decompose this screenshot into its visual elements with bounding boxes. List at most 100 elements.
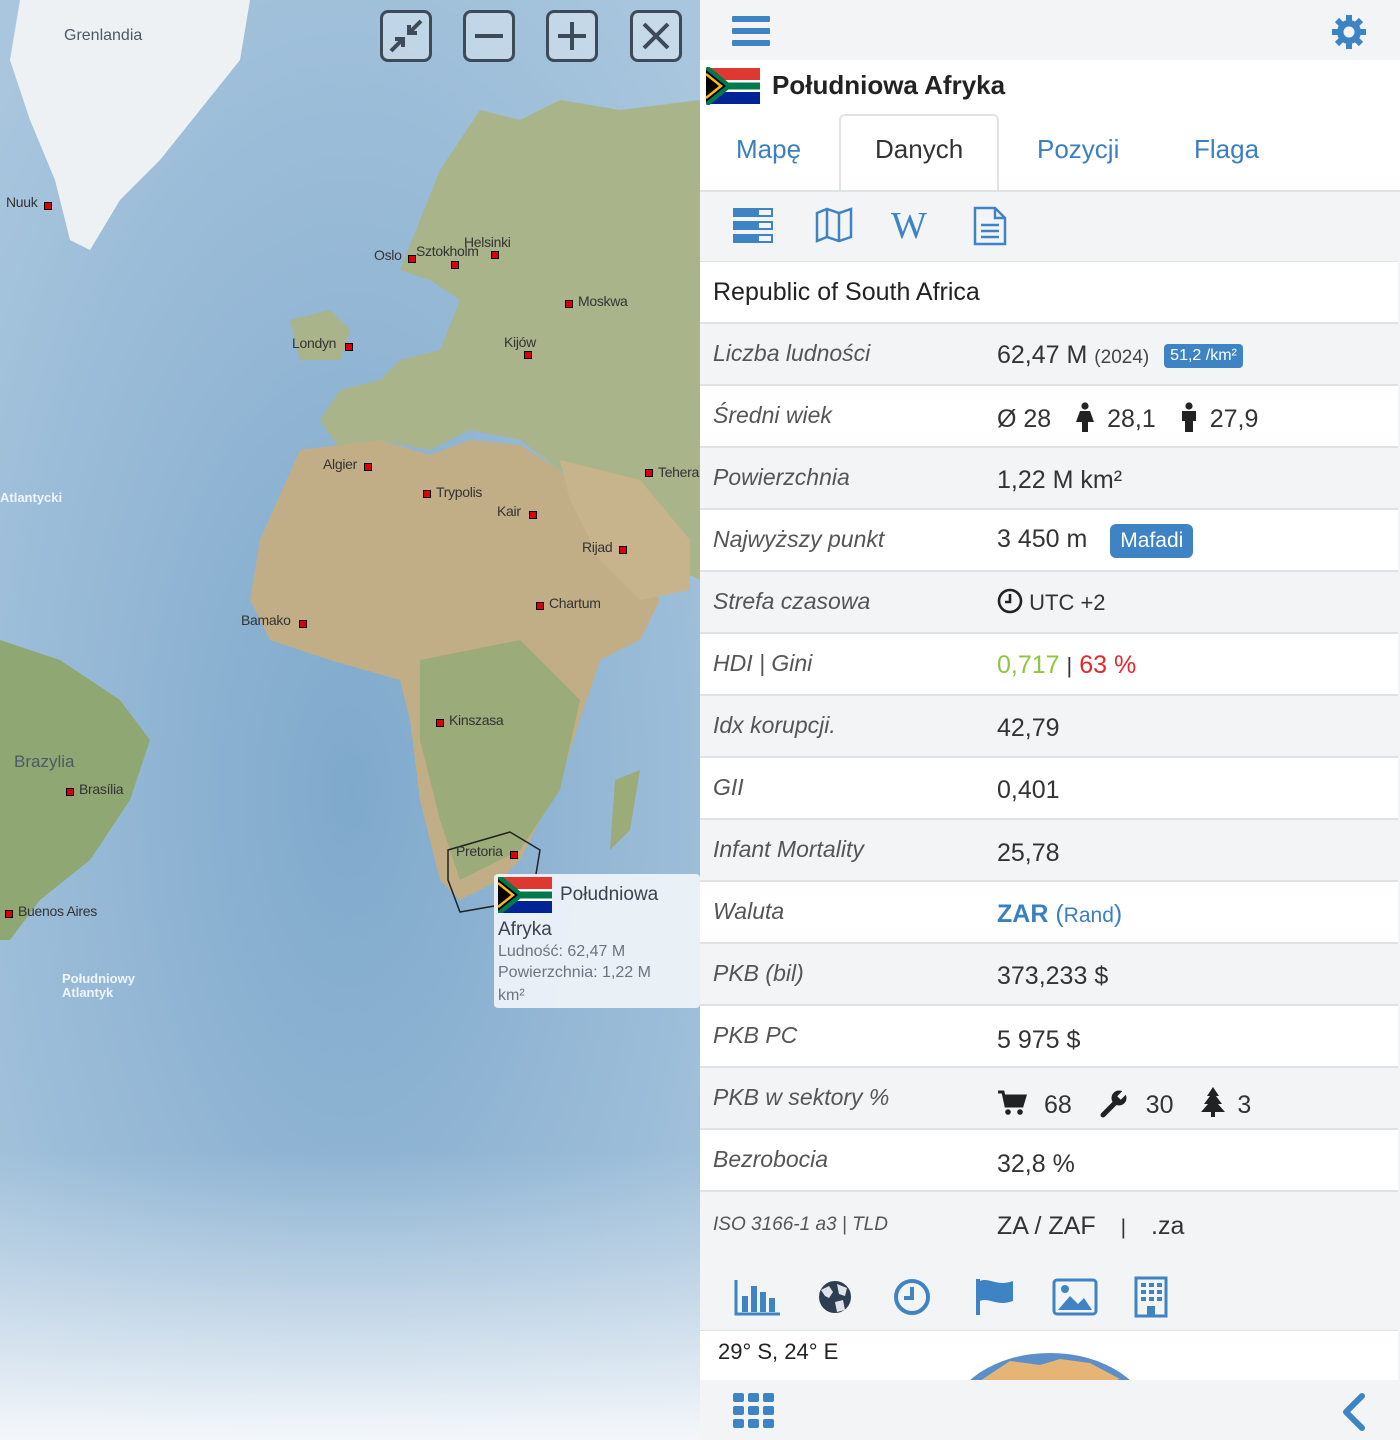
row-gdp-per-capita: PKB PC 5 975 $	[700, 1006, 1398, 1068]
city-algiers[interactable]: Algier	[323, 456, 372, 472]
hamburger-menu-icon[interactable]	[732, 14, 772, 48]
data-list-icon[interactable]	[733, 208, 775, 244]
city-kinshasa[interactable]: Kinszasa	[436, 712, 504, 728]
hdi-value: 0,717	[997, 651, 1060, 679]
city-bamako[interactable]: Bamako	[241, 612, 307, 628]
city-khartoum[interactable]: Chartum	[536, 595, 601, 611]
bottom-bar	[700, 1380, 1400, 1440]
world-map[interactable]: Grenlandia Brazylia Atlantycki Południow…	[0, 0, 700, 1440]
city-oslo[interactable]: Oslo	[374, 247, 416, 263]
official-name: Republic of South Africa	[713, 278, 980, 306]
atlas-map-icon[interactable]	[815, 207, 853, 243]
building-icon[interactable]	[1134, 1276, 1168, 1318]
city-label: Moskwa	[578, 293, 628, 309]
city-label: Londyn	[292, 335, 337, 351]
flag-icon[interactable]	[973, 1277, 1017, 1317]
city-marker	[510, 851, 518, 859]
gdp-value: 373,233 $	[997, 962, 1109, 990]
city-nuuk[interactable]: Nuuk	[6, 194, 52, 210]
cart-icon	[998, 1090, 1028, 1115]
zoom-out-button[interactable]	[463, 10, 515, 62]
tab-flag[interactable]: Flaga	[1194, 134, 1259, 165]
image-icon[interactable]	[1052, 1278, 1098, 1316]
map-background	[0, 0, 700, 1440]
wrench-icon	[1100, 1087, 1130, 1118]
city-kyiv[interactable]: Kijów	[504, 334, 536, 359]
grid-menu-icon[interactable]	[733, 1393, 775, 1429]
density-badge: 51,2 /km²	[1164, 344, 1243, 368]
bar-chart-icon[interactable]	[734, 1278, 782, 1316]
globe-icon[interactable]	[815, 1278, 855, 1316]
city-label: Kinszasa	[449, 712, 504, 728]
row-population: Liczba ludności 62,47 M (2024) 51,2 /km²	[700, 324, 1398, 386]
tree-icon	[1201, 1087, 1226, 1117]
city-london[interactable]: Londyn	[292, 335, 353, 351]
tab-position[interactable]: Pozycji	[1037, 134, 1119, 165]
population-value: 62,47 M (2024) 51,2 /km²	[997, 341, 1243, 370]
wikipedia-icon[interactable]: W	[891, 204, 927, 248]
city-marker	[66, 788, 74, 796]
clock-icon[interactable]	[892, 1277, 932, 1317]
city-label: Nuuk	[6, 194, 38, 210]
gear-icon[interactable]	[1330, 13, 1368, 51]
city-helsinki[interactable]: Helsinki	[464, 234, 511, 259]
fit-screen-button[interactable]	[380, 10, 432, 62]
official-name-row: Republic of South Africa	[700, 261, 1398, 324]
median-age-avg: Ø 28	[997, 405, 1052, 433]
row-label: Najwyższy punkt	[713, 526, 885, 552]
chevron-left-icon[interactable]	[1338, 1392, 1368, 1432]
label-brazil: Brazylia	[14, 752, 75, 771]
city-label: Bamako	[241, 612, 291, 628]
row-label: PKB w sektory %	[713, 1084, 890, 1110]
city-marker	[619, 546, 627, 554]
city-label: Kair	[497, 503, 521, 519]
row-label: PKB PC	[713, 1022, 798, 1048]
row-gdp: PKB (bil) 373,233 $	[700, 944, 1398, 1006]
row-hdi-gini: HDI | Gini 0,717 | 63 %	[700, 634, 1398, 696]
document-icon[interactable]	[973, 206, 1007, 246]
city-label: Trypolis	[436, 484, 483, 500]
timezone-value: UTC +2	[997, 588, 1106, 616]
city-buenos-aires[interactable]: Buenos Aires	[5, 903, 97, 919]
row-label: Bezrobocia	[713, 1146, 829, 1172]
city-brasilia[interactable]: Brasília	[66, 781, 124, 797]
city-marker	[408, 255, 416, 263]
tab-data[interactable]: Danych	[875, 134, 963, 165]
close-map-button[interactable]	[630, 10, 682, 62]
tooltip-name-line2: Afryka	[498, 919, 552, 940]
city-tehran[interactable]: Teheran	[645, 464, 700, 480]
coordinates-text: 29° S, 24° E	[718, 1339, 839, 1364]
tab-map[interactable]: Mapę	[736, 134, 801, 165]
city-marker	[536, 602, 544, 610]
city-tripoli[interactable]: Trypolis	[423, 484, 482, 500]
city-marker	[529, 511, 537, 519]
row-gii: GII 0,401	[700, 758, 1398, 820]
row-label: Idx korupcji.	[713, 712, 836, 738]
city-label: Oslo	[374, 247, 402, 263]
city-label: Algier	[323, 456, 357, 472]
flag-icon	[498, 877, 552, 913]
page-title: Południowa Afryka	[772, 70, 1006, 100]
currency-link[interactable]: ZAR (Rand)	[997, 900, 1122, 929]
row-timezone: Strefa czasowa UTC +2	[700, 572, 1398, 634]
close-icon	[642, 22, 670, 50]
male-icon	[1181, 402, 1196, 432]
zoom-in-icon	[558, 22, 586, 50]
city-riyadh[interactable]: Rijad	[582, 539, 627, 555]
row-label: PKB (bil)	[713, 960, 804, 986]
row-label: Liczba ludności	[713, 340, 871, 366]
row-label: Infant Mortality	[713, 836, 864, 862]
row-label: Waluta	[713, 898, 785, 924]
population-number: 62,47 M	[997, 341, 1088, 369]
city-marker	[491, 251, 499, 259]
zoom-out-icon	[475, 34, 503, 38]
sector-industry: 30	[1145, 1091, 1174, 1119]
city-cairo[interactable]: Kair	[497, 503, 537, 519]
highest-point-value: 3 450 m Mafadi	[997, 524, 1194, 558]
peak-name-button[interactable]: Mafadi	[1110, 524, 1194, 558]
city-pretoria[interactable]: Pretoria	[456, 843, 518, 859]
hdi-gini-value: 0,717 | 63 %	[997, 651, 1136, 680]
city-moscow[interactable]: Moskwa	[565, 293, 628, 309]
row-gdp-sectors: PKB w sektory % 68 30 3	[700, 1068, 1398, 1130]
zoom-in-button[interactable]	[546, 10, 598, 62]
